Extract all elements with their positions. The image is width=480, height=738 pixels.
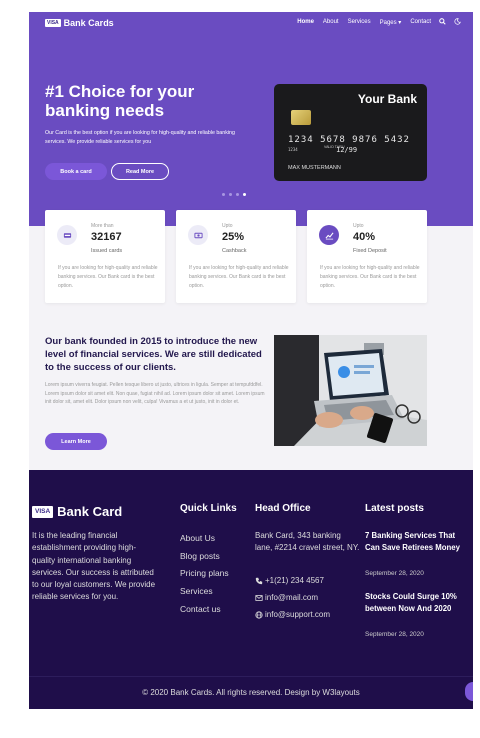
- card-expiry: 12/99: [336, 146, 358, 154]
- phone-text: +1(21) 234 4567: [265, 576, 324, 585]
- slider-dot[interactable]: [229, 193, 232, 196]
- nav-menu: Home About Services Pages ▾ Contact: [297, 19, 431, 26]
- brand-logo[interactable]: VISA Bank Cards: [45, 18, 114, 28]
- scroll-top-button[interactable]: [465, 682, 473, 701]
- nav-item-services[interactable]: Services: [348, 19, 371, 26]
- quick-links: About Us Blog posts Pricing plans Servic…: [180, 532, 229, 616]
- office-email[interactable]: info@mail.com: [255, 593, 318, 602]
- footer: VISA Bank Card It is the leading financi…: [29, 470, 473, 709]
- page: VISA Bank Cards Home About Services Page…: [29, 12, 473, 709]
- nav-item-home[interactable]: Home: [297, 19, 314, 26]
- card-chip-icon: [291, 110, 311, 125]
- office-web[interactable]: info@support.com: [255, 610, 330, 619]
- feature-card-cashback: Upto 25% Cashback If you are looking for…: [176, 210, 296, 303]
- hero-description: Our Card is the best option if you are l…: [45, 130, 235, 145]
- footer-brand: Bank Card: [57, 504, 123, 519]
- visa-badge: VISA: [45, 19, 61, 27]
- theme-toggle-icon[interactable]: [454, 18, 461, 25]
- feature-text: If you are looking for high-quality and …: [189, 265, 289, 289]
- feature-text: If you are looking for high-quality and …: [320, 265, 420, 289]
- post-title[interactable]: Stocks Could Surge 10% between Now And 2…: [365, 591, 465, 615]
- slider-dot-active[interactable]: [243, 193, 246, 196]
- feature-pre: Upto: [353, 223, 364, 229]
- office-address: Bank Card, 343 banking lane, #2214 crave…: [255, 531, 360, 553]
- footer-link-contact[interactable]: Contact us: [180, 603, 229, 616]
- email-text: info@mail.com: [265, 593, 319, 602]
- navbar: VISA Bank Cards Home About Services Page…: [29, 12, 473, 34]
- card-small-number: 1234: [288, 147, 298, 152]
- phone-icon: [255, 577, 263, 584]
- feature-text: If you are looking for high-quality and …: [58, 265, 158, 289]
- nav-item-contact[interactable]: Contact: [410, 19, 431, 26]
- feature-value: 32167: [91, 231, 122, 243]
- footer-link-services[interactable]: Services: [180, 585, 229, 598]
- quick-links-title: Quick Links: [180, 503, 237, 514]
- chart-icon: [319, 225, 339, 245]
- footer-link-pricing[interactable]: Pricing plans: [180, 567, 229, 580]
- brand-name: Bank Cards: [63, 18, 114, 28]
- slider-dot[interactable]: [236, 193, 239, 196]
- feature-pre: Upto: [222, 223, 233, 229]
- footer-logo[interactable]: VISA Bank Card: [32, 504, 122, 519]
- book-card-button[interactable]: Book a card: [45, 163, 107, 180]
- footer-description: It is the leading financial establishmen…: [32, 531, 156, 602]
- cash-icon: [188, 225, 208, 245]
- globe-icon: [255, 610, 263, 619]
- laptop-photo: [274, 335, 427, 446]
- nav-icons: [439, 18, 461, 25]
- nav-item-about[interactable]: About: [323, 19, 339, 26]
- about-title: Our bank founded in 2015 to introduce th…: [45, 336, 262, 373]
- post-date: September 28, 2020: [365, 570, 424, 577]
- head-office-title: Head Office: [255, 503, 311, 514]
- visa-icon: [57, 225, 77, 245]
- office-phone[interactable]: +1(21) 234 4567: [255, 576, 324, 585]
- nav-item-pages[interactable]: Pages ▾: [380, 19, 402, 26]
- visa-badge: VISA: [32, 505, 54, 518]
- hero-section: VISA Bank Cards Home About Services Page…: [29, 12, 473, 226]
- post-date: September 28, 2020: [365, 631, 424, 638]
- about-text: Lorem ipsum viverra feugiat. Pellen tesq…: [45, 382, 265, 405]
- feature-value: 40%: [353, 231, 376, 243]
- mail-icon: [255, 594, 263, 601]
- feature-sub: Issued cards: [91, 248, 123, 254]
- card-number: 1234 5678 9876 5432: [288, 135, 410, 145]
- hero-title: #1 Choice for your banking needs: [45, 82, 195, 120]
- footer-link-blog[interactable]: Blog posts: [180, 550, 229, 563]
- feature-value: 25%: [222, 231, 245, 243]
- read-more-button[interactable]: Read More: [111, 163, 169, 180]
- credit-card-image: Your Bank 1234 5678 9876 5432 1234 VALID…: [274, 84, 427, 181]
- feature-pre: More than: [91, 223, 114, 229]
- slider-dot[interactable]: [222, 193, 225, 196]
- footer-link-about[interactable]: About Us: [180, 532, 229, 545]
- feature-card-deposit: Upto 40% Fixed Deposit If you are lookin…: [307, 210, 427, 303]
- card-holder: MAX MUSTERMANN: [288, 165, 341, 171]
- footer-divider: [29, 676, 473, 677]
- search-icon[interactable]: [439, 18, 446, 25]
- web-text: info@support.com: [265, 610, 331, 619]
- learn-more-button[interactable]: Learn More: [45, 433, 107, 450]
- feature-sub: Cashback: [222, 248, 247, 254]
- post-title[interactable]: 7 Banking Services That Can Save Retiree…: [365, 530, 465, 554]
- feature-sub: Fixed Deposit: [353, 248, 387, 254]
- card-brand: Your Bank: [357, 92, 417, 106]
- latest-posts-title: Latest posts: [365, 503, 424, 514]
- copyright: © 2020 Bank Cards. All rights reserved. …: [142, 688, 360, 697]
- feature-card-issued: More than 32167 Issued cards If you are …: [45, 210, 165, 303]
- slider-dots: [222, 193, 246, 196]
